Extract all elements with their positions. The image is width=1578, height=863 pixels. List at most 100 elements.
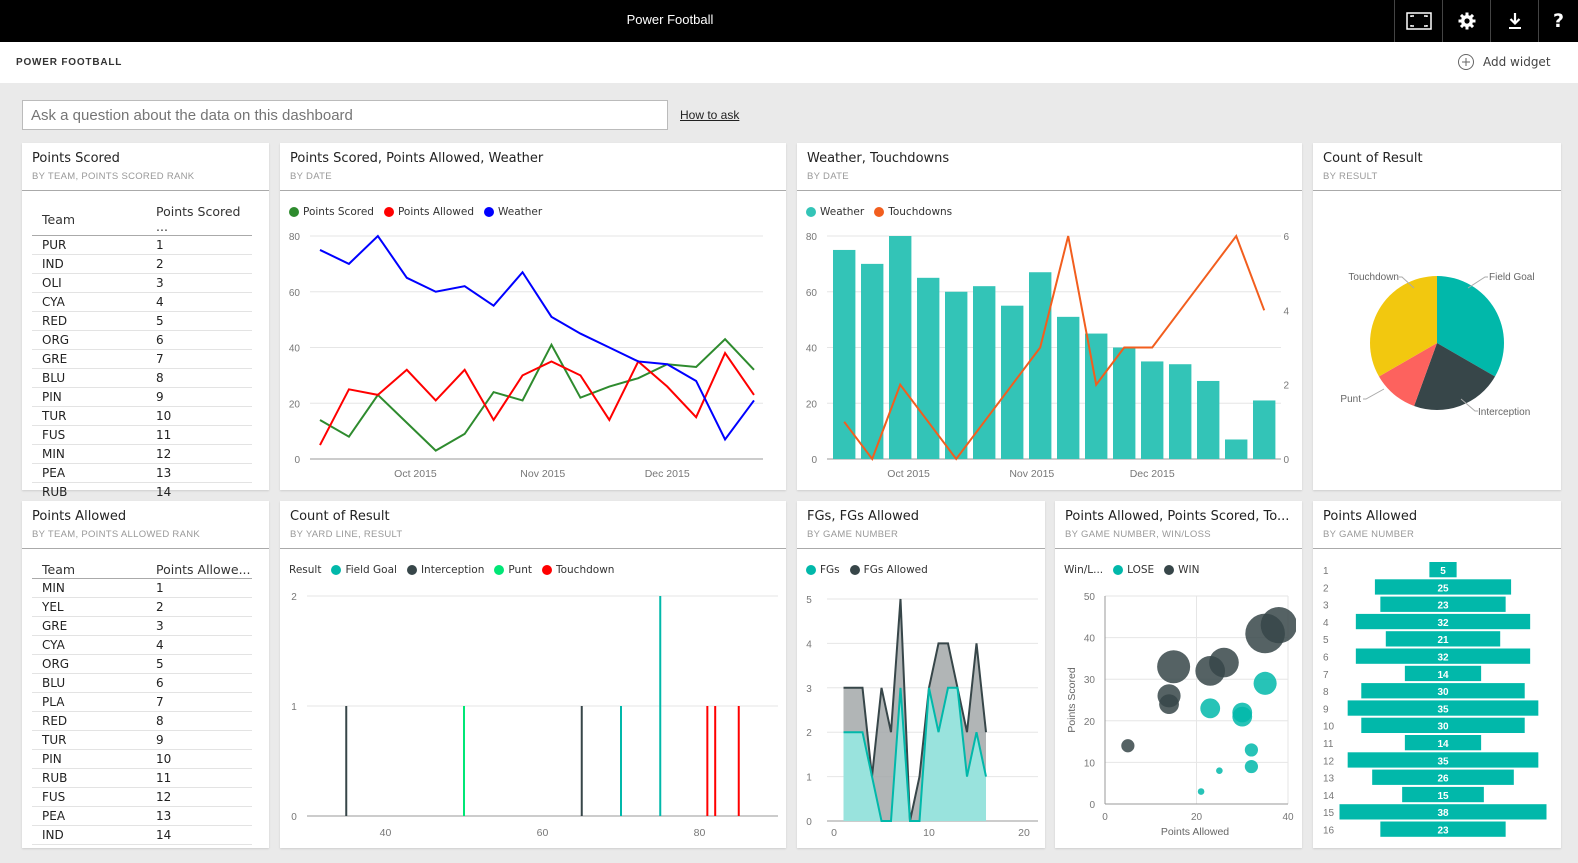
table-row[interactable]: IND 14	[32, 825, 252, 845]
dashboard-header: POWER FOOTBALL Add widget	[0, 42, 1578, 83]
bubble-win[interactable]	[1260, 606, 1297, 644]
settings-button[interactable]	[1442, 0, 1490, 42]
bubble-lose[interactable]	[1216, 767, 1223, 775]
table-row[interactable]: GRE 7	[32, 349, 252, 369]
download-button[interactable]	[1490, 0, 1538, 42]
data-label: 15	[1437, 791, 1449, 802]
y-tick-label: 80	[289, 232, 301, 243]
table-row[interactable]: BLU 8	[32, 368, 252, 388]
team-cell: CYA	[32, 292, 156, 312]
tile-pie-chart[interactable]: Count of Result BY RESULT Field Goal Inte…	[1313, 143, 1561, 490]
tile-area-chart[interactable]: FGs, FGs Allowed BY GAME NUMBER FGs FGs A…	[797, 501, 1045, 848]
team-cell: OLI	[32, 273, 156, 293]
tile-points-allowed-table[interactable]: Points Allowed BY TEAM, POINTS ALLOWED R…	[22, 501, 269, 848]
column-header: Team	[32, 203, 156, 236]
qa-question-input[interactable]	[22, 100, 668, 130]
dashboard-name: POWER FOOTBALL	[16, 57, 123, 68]
team-cell: FUS	[32, 425, 156, 445]
team-cell: PUR	[32, 235, 156, 255]
fullscreen-button[interactable]	[1394, 0, 1442, 42]
data-label: 30	[1437, 722, 1449, 733]
team-cell: PIN	[32, 387, 156, 407]
tile-column-chart[interactable]: Count of Result BY YARD LINE, RESULT Res…	[280, 501, 786, 848]
data-label: 32	[1437, 618, 1449, 629]
tile-combo-chart[interactable]: Weather, Touchdowns BY DATE Weather Touch…	[797, 143, 1302, 490]
table-row[interactable]: GRE 3	[32, 616, 252, 636]
table-row[interactable]: PLA 7	[32, 692, 252, 712]
bubble-lose[interactable]	[1244, 743, 1258, 757]
tile-points-scored-table[interactable]: Points Scored BY TEAM, POINTS SCORED RAN…	[22, 143, 269, 502]
table-row[interactable]: ORG 6	[32, 330, 252, 350]
table-row[interactable]: MIN 1	[32, 578, 252, 598]
team-cell: PIN	[32, 749, 156, 769]
plus-circle-icon	[1458, 54, 1474, 70]
x-tick-label: Nov 2015	[520, 468, 565, 480]
x-tick-label: 40	[1282, 812, 1294, 823]
bubble-win[interactable]	[1209, 647, 1239, 678]
rank-cell: 10	[156, 749, 252, 769]
y-tick-label: 40	[1084, 634, 1096, 645]
tile-title: Points Allowed	[32, 509, 127, 524]
table-row[interactable]: IND 2	[32, 254, 252, 274]
table-row[interactable]: PIN 10	[32, 749, 252, 769]
table-row[interactable]: FUS 11	[32, 425, 252, 445]
team-cell: PEA	[32, 806, 156, 826]
rank-cell: 10	[156, 406, 252, 426]
how-to-ask-link[interactable]: How to ask	[680, 108, 739, 122]
table-row[interactable]: RED 5	[32, 311, 252, 331]
team-cell: GRE	[32, 349, 156, 369]
category-label: 14	[1323, 791, 1335, 802]
table-row[interactable]: RUB 14	[32, 482, 252, 502]
bubble-win[interactable]	[1121, 739, 1135, 753]
table-row[interactable]: YEL 2	[32, 597, 252, 617]
y-tick-label: 60	[806, 288, 818, 299]
data-label: 23	[1437, 826, 1449, 837]
table-row[interactable]: PEA 13	[32, 463, 252, 483]
area-chart: 0 1 2 3 4 5 0 10 20	[806, 595, 1038, 839]
y-tick-label: 40	[289, 344, 301, 355]
data-label: 32	[1437, 653, 1449, 664]
bubble-lose[interactable]	[1244, 759, 1258, 774]
table-row[interactable]: BLU 6	[32, 673, 252, 693]
rank-cell: 13	[156, 463, 252, 483]
bubble-win[interactable]	[1157, 684, 1181, 708]
bubble-lose[interactable]	[1253, 671, 1277, 695]
y-axis-label: Points Scored	[1066, 667, 1078, 733]
bar	[833, 249, 856, 459]
table-row[interactable]: FUS 12	[32, 787, 252, 807]
bar	[861, 263, 884, 459]
table-row[interactable]: RED 8	[32, 711, 252, 731]
table-row[interactable]: ORG 5	[32, 654, 252, 674]
add-widget-button[interactable]: Add widget	[1457, 53, 1551, 71]
help-button[interactable]: ?	[1538, 0, 1578, 42]
table-row[interactable]: TUR 9	[32, 730, 252, 750]
table-row[interactable]: PEA 13	[32, 806, 252, 826]
rank-cell: 2	[156, 254, 252, 274]
rank-cell: 12	[156, 444, 252, 464]
bar	[1029, 272, 1052, 459]
table-row[interactable]: RUB 11	[32, 768, 252, 788]
y-tick-label: 30	[1084, 675, 1096, 686]
bubble-lose[interactable]	[1197, 788, 1205, 795]
tile-scatter-chart[interactable]: Points Allowed, Points Scored, To... BY …	[1055, 501, 1302, 848]
team-cell: ORG	[32, 330, 156, 350]
y2-tick-label: 2	[1283, 381, 1289, 392]
table-row[interactable]: PIN 9	[32, 387, 252, 407]
table-row[interactable]: MIN 12	[32, 444, 252, 464]
table-row[interactable]: CYA 4	[32, 292, 252, 312]
table-row[interactable]: TUR 10	[32, 406, 252, 426]
tile-funnel-chart[interactable]: Points Allowed BY GAME NUMBER 1 5 2 25 3 23 4 3…	[1313, 501, 1561, 848]
table-row[interactable]: CYA 4	[32, 635, 252, 655]
bubble-win[interactable]	[1157, 650, 1191, 684]
bubble-lose[interactable]	[1232, 702, 1253, 723]
bar	[1141, 361, 1164, 459]
table-row[interactable]: OLI 3	[32, 273, 252, 293]
x-tick-label: 60	[537, 827, 549, 839]
x-tick-label: Nov 2015	[1009, 468, 1054, 480]
table-row[interactable]: PUR 1	[32, 235, 252, 255]
y-tick-label: 10	[1084, 758, 1096, 769]
y-tick-label: 4	[806, 639, 812, 650]
bubble-lose[interactable]	[1200, 698, 1221, 719]
tile-line-chart[interactable]: Points Scored, Points Allowed, Weather B…	[280, 143, 786, 490]
team-cell: TUR	[32, 406, 156, 426]
